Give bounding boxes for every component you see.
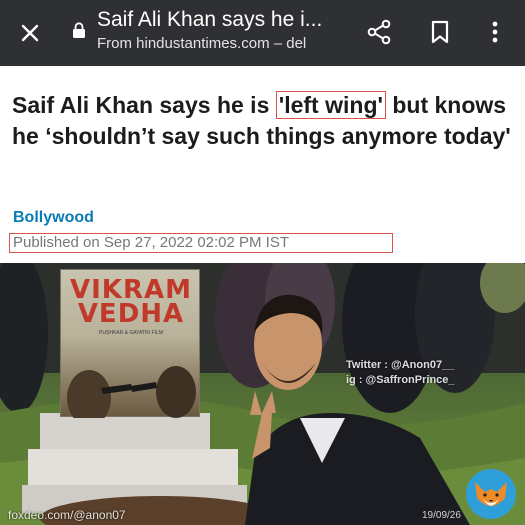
share-icon	[367, 19, 391, 45]
bookmark-button[interactable]	[423, 15, 457, 49]
meme-image: VIKRAM VEDHA PUSHKAR & GAYATRI FILM	[0, 263, 525, 525]
bookmark-icon	[431, 20, 449, 44]
published-date: Published on Sep 27, 2022 02:02 PM IST	[9, 233, 393, 253]
share-button[interactable]	[362, 15, 396, 49]
category-link[interactable]: Bollywood	[13, 209, 94, 227]
page-title[interactable]: Saif Ali Khan says he i...	[97, 8, 342, 32]
headline-highlight: 'left wing'	[275, 91, 386, 119]
poster-art	[67, 366, 196, 418]
date-stamp: 19/09/26	[422, 510, 461, 521]
watermark: Twitter : @Anon07__ ig : @SaffronPrince_	[346, 358, 496, 388]
more-vert-icon	[492, 21, 498, 43]
source-credit: foxdeo.com/@anon07	[8, 508, 126, 522]
more-options-button[interactable]	[478, 15, 512, 49]
fox-logo-icon	[466, 469, 516, 519]
browser-toolbar: Saif Ali Khan says he i... From hindusta…	[0, 0, 525, 66]
watermark-twitter: Twitter : @Anon07__	[346, 359, 455, 371]
headline-text-start: Saif Ali Khan says he is	[12, 92, 276, 118]
url-text[interactable]: From hindustantimes.com – del	[97, 35, 342, 53]
close-icon	[21, 24, 39, 42]
movie-poster: VIKRAM VEDHA PUSHKAR & GAYATRI FILM	[60, 269, 200, 418]
close-button[interactable]	[14, 17, 46, 49]
article-headline: Saif Ali Khan says he is 'left wing' but…	[12, 90, 512, 152]
lock-icon	[73, 22, 85, 38]
watermark-instagram: ig : @SaffronPrince_	[346, 374, 455, 386]
